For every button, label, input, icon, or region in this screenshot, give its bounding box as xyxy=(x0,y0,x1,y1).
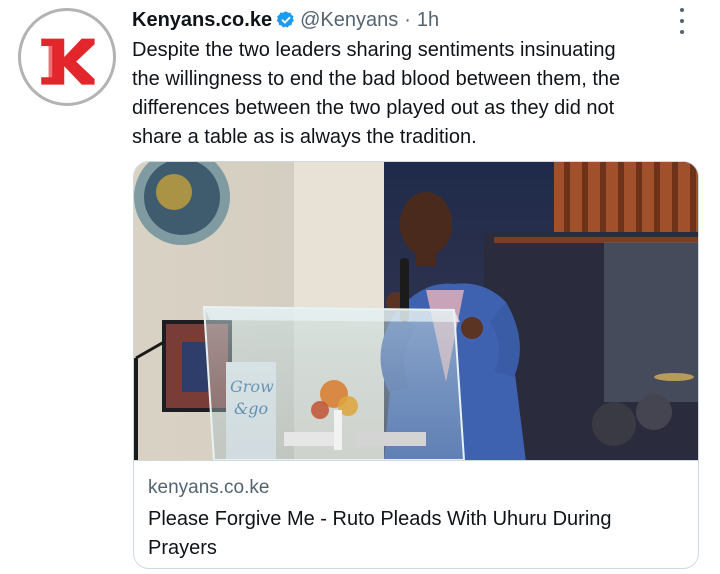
tweet-header: Kenyans.co.ke @Kenyans · 1h xyxy=(132,6,439,34)
link-preview-card[interactable]: Grow &go xyxy=(133,161,699,569)
tweet-text: Despite the two leaders sharing sentimen… xyxy=(132,36,692,152)
card-title-line: Please Forgive Me - Ruto Pleads With Uhu… xyxy=(148,508,612,530)
author-handle[interactable]: @Kenyans xyxy=(300,9,398,32)
card-title-line: Prayers xyxy=(148,537,217,559)
tweet-text-line: share a table as is always the tradition… xyxy=(132,126,477,148)
more-options-icon[interactable] xyxy=(675,8,689,34)
avatar[interactable] xyxy=(18,8,116,106)
card-domain[interactable]: kenyans.co.ke xyxy=(148,477,269,499)
separator-dot: · xyxy=(404,8,411,31)
card-meta[interactable]: kenyans.co.ke Please Forgive Me - Ruto P… xyxy=(134,460,698,568)
article-photo[interactable]: Grow &go xyxy=(134,162,698,460)
tweet-text-line: differences between the two played out a… xyxy=(132,97,615,119)
card-title[interactable]: Please Forgive Me - Ruto Pleads With Uhu… xyxy=(148,505,688,563)
verified-badge-icon xyxy=(276,10,296,30)
tweet-text-line: Despite the two leaders sharing sentimen… xyxy=(132,39,616,61)
author-name[interactable]: Kenyans.co.ke xyxy=(132,9,272,32)
tweet-text-line: the willingness to end the bad blood bet… xyxy=(132,68,621,90)
kenyans-logo-icon xyxy=(21,11,113,103)
timestamp[interactable]: 1h xyxy=(417,9,439,32)
